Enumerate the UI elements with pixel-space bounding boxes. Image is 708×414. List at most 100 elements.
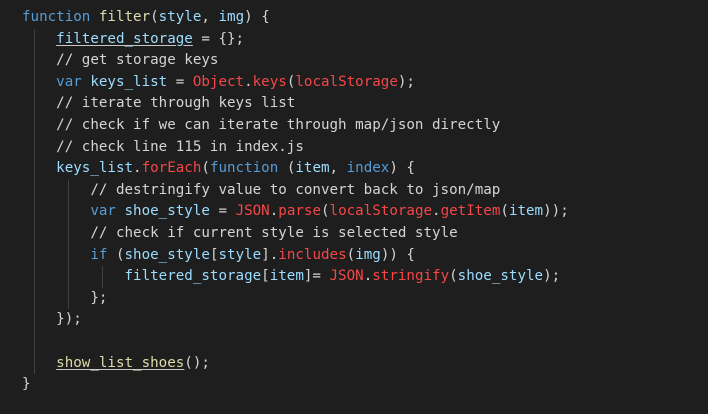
code-token: ) { [389, 160, 415, 177]
code-token: // get storage keys [56, 52, 219, 69]
code-line[interactable]: }); [22, 309, 569, 331]
code-line[interactable]: } [22, 374, 569, 396]
code-token: (); [184, 354, 210, 371]
code-token: localStorage [295, 73, 398, 90]
code-token: ); [543, 268, 561, 285]
code-token: ); [397, 73, 415, 90]
code-token: item [508, 203, 544, 220]
code-token: filter [98, 9, 151, 25]
code-token: item [269, 268, 304, 285]
code-token: )) { [380, 246, 415, 263]
code-token: } [22, 376, 31, 393]
code-token: ( [150, 9, 159, 25]
code-line[interactable]: if (shoe_style[style].includes(img)) { [22, 244, 569, 267]
line-content: if (shoe_style[style].includes(img)) { [22, 247, 415, 263]
code-token: ) { [244, 9, 270, 25]
code-line[interactable]: show_list_shoes(); [22, 352, 569, 375]
code-editor[interactable]: function filter(style, img) { filtered_s… [0, 0, 708, 414]
code-token: . [244, 73, 253, 90]
line-content: show_list_shoes(); [22, 355, 210, 371]
code-line[interactable]: // check if we can iterate through map/j… [22, 114, 569, 137]
code-token: // check if current style is selected st… [90, 224, 458, 241]
code-token: ]. [261, 246, 279, 263]
code-token: Object [192, 73, 245, 90]
code-token: var [56, 73, 91, 90]
code-token: ( [321, 203, 330, 220]
line-content: var shoe_style = JSON.parse(localStorage… [22, 203, 569, 220]
code-token: shoe_style [457, 268, 544, 285]
code-token: = {}; [192, 30, 245, 47]
code-token: , [329, 160, 347, 177]
line-content: // destringify value to convert back to … [22, 182, 500, 198]
code-token: }; [90, 289, 108, 306]
code-token: filtered_storage [56, 30, 193, 47]
code-line[interactable]: keys_list.forEach(function (item, index)… [22, 158, 569, 180]
code-token: // iterate through keys list [56, 95, 296, 112]
code-token: . [363, 268, 373, 285]
line-content: keys_list.forEach(function (item, index)… [22, 160, 415, 176]
code-token: includes [278, 246, 347, 263]
code-token: ]= [303, 268, 330, 285]
code-token: ( [115, 246, 125, 263]
code-token: ( [449, 268, 458, 285]
line-content: }; [22, 290, 107, 306]
line-content: // check if current style is selected st… [22, 224, 458, 241]
code-token: . [432, 203, 441, 220]
line-content: // get storage keys [22, 52, 218, 68]
code-token: JSON [235, 203, 270, 220]
code-token: style [158, 9, 202, 25]
code-token: img [355, 246, 381, 263]
code-token: show_list_shoes [56, 354, 185, 371]
code-token: stringify [372, 268, 450, 285]
line-content: var keys_list = Object.keys(localStorage… [22, 74, 415, 90]
code-line[interactable] [22, 330, 569, 353]
code-token: if [90, 246, 116, 263]
code-token: = [167, 73, 193, 90]
indent-guide [34, 330, 35, 353]
code-line[interactable]: function filter(style, img) { [22, 7, 569, 29]
code-line[interactable]: // check line 115 in index.js [22, 136, 569, 159]
code-token: // destringify value to convert back to … [90, 181, 501, 198]
code-token: forEach [141, 160, 202, 177]
line-content: // check if we can iterate through map/j… [22, 117, 500, 133]
code-token: keys_list [56, 160, 134, 177]
code-line[interactable]: var shoe_style = JSON.parse(localStorage… [22, 201, 569, 223]
code-token: [ [261, 268, 270, 285]
code-line[interactable]: }; [22, 287, 569, 310]
code-token: parse [278, 203, 321, 220]
code-token: = [209, 203, 236, 220]
code-token: . [133, 160, 142, 177]
code-token: JSON [329, 268, 364, 285]
line-content: filtered_storage[item]= JSON.stringify(s… [22, 268, 561, 285]
code-token: ( [201, 160, 210, 177]
code-token: ( [346, 246, 356, 263]
code-line[interactable]: // check if current style is selected st… [22, 222, 569, 245]
code-line[interactable]: // iterate through keys list [22, 93, 569, 115]
code-token: keys [252, 73, 287, 90]
code-line[interactable]: // get storage keys [22, 50, 569, 72]
code-area[interactable]: function filter(style, img) { filtered_s… [22, 7, 569, 396]
code-token: )); [543, 203, 569, 220]
line-content: }); [22, 311, 82, 327]
line-content: // iterate through keys list [22, 95, 295, 111]
line-content: // check line 115 in index.js [22, 139, 304, 155]
code-token: img [218, 9, 245, 25]
code-token: index [346, 160, 390, 177]
code-token: ( [500, 203, 509, 220]
code-line[interactable]: filtered_storage = {}; [22, 28, 569, 51]
code-token: getItem [440, 203, 501, 220]
code-token: filtered_storage [124, 268, 262, 285]
code-line[interactable]: // destringify value to convert back to … [22, 179, 569, 202]
code-token: function [22, 9, 99, 25]
code-token: var [90, 203, 125, 220]
code-token: shoe_style [124, 246, 210, 263]
code-line[interactable]: filtered_storage[item]= JSON.stringify(s… [22, 266, 569, 288]
code-line[interactable]: var keys_list = Object.keys(localStorage… [22, 71, 569, 94]
code-token: item [295, 160, 330, 177]
code-token: , [201, 9, 219, 25]
code-token: // check line 115 in index.js [56, 138, 304, 155]
code-token: }); [56, 311, 82, 328]
code-token: shoe_style [124, 203, 210, 220]
line-content: filtered_storage = {}; [22, 31, 244, 47]
code-token: // check if we can iterate through map/j… [56, 116, 501, 133]
